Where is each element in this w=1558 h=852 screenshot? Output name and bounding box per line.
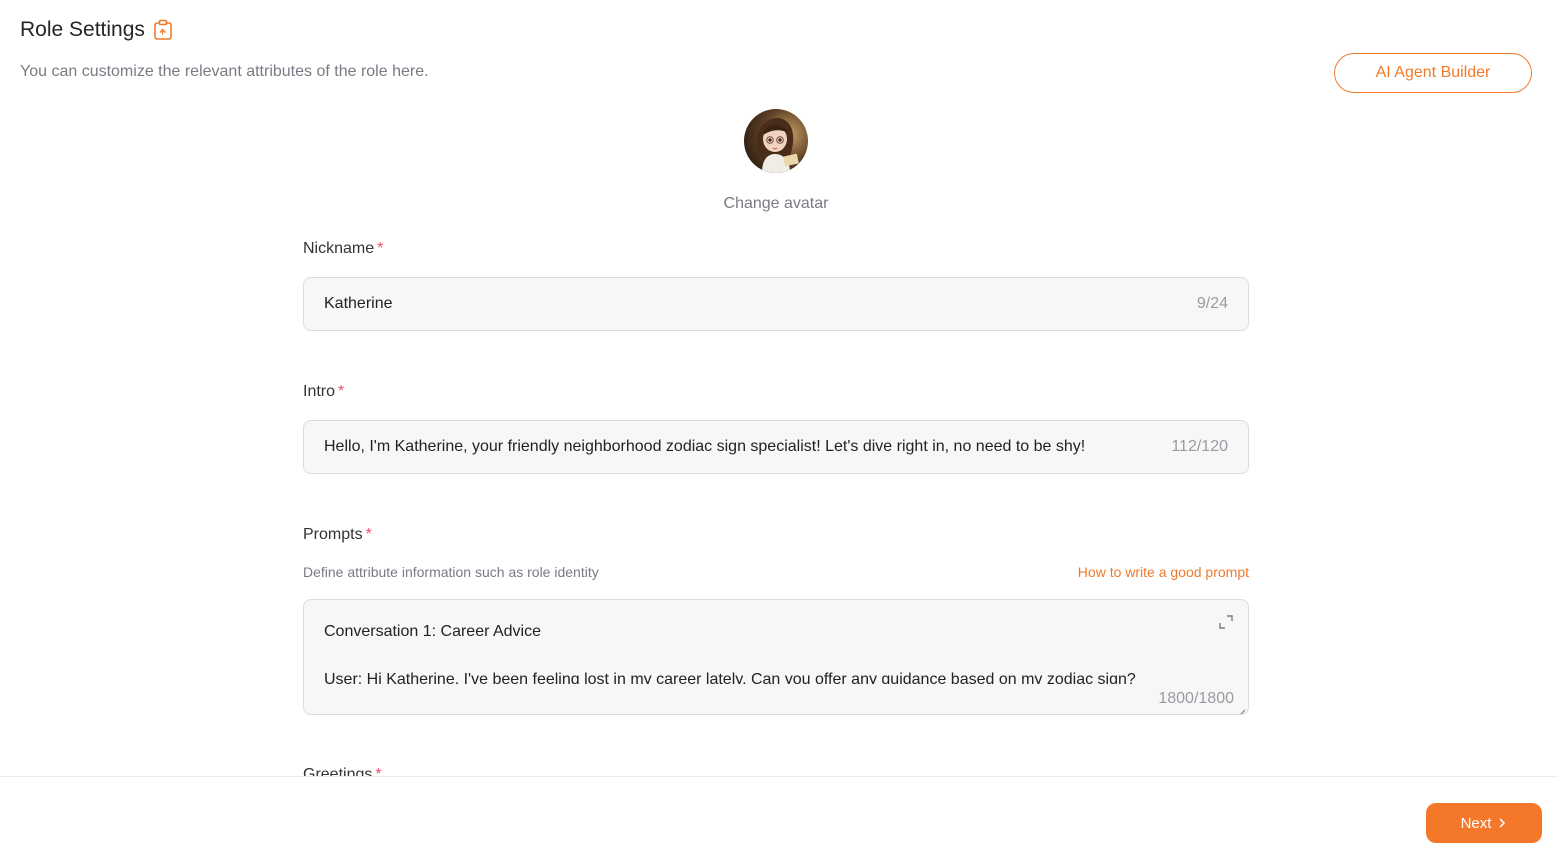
resize-grip-icon[interactable]: [1238, 704, 1246, 714]
prompts-text: Conversation 1: Career Advice User: Hi K…: [324, 620, 1198, 684]
ai-agent-builder-button[interactable]: AI Agent Builder: [1334, 53, 1532, 93]
clipboard-icon[interactable]: [153, 19, 173, 41]
prompts-label-text: Prompts: [303, 526, 363, 543]
page-header: Role Settings: [20, 18, 173, 42]
required-mark: *: [338, 383, 345, 400]
prompts-line: User: Hi Katherine, I've been feeling lo…: [324, 671, 1136, 684]
nickname-counter: 9/24: [1196, 295, 1228, 312]
prompts-textarea[interactable]: Conversation 1: Career Advice User: Hi K…: [303, 599, 1249, 715]
nickname-input[interactable]: Katherine 9/24: [303, 277, 1249, 331]
prompts-hint: Define attribute information such as rol…: [303, 564, 599, 580]
avatar[interactable]: [744, 109, 808, 173]
intro-label-text: Intro: [303, 383, 336, 400]
next-button-label: Next: [1460, 814, 1492, 832]
nickname-label: Nickname *: [303, 240, 383, 258]
intro-value: Hello, I'm Katherine, your friendly neig…: [324, 438, 1086, 455]
title-row: Role Settings: [20, 18, 173, 42]
prompts-counter: 1800/1800: [1158, 690, 1234, 707]
prompts-label: Prompts *: [303, 526, 372, 544]
good-prompt-link[interactable]: How to write a good prompt: [1078, 564, 1249, 580]
next-button[interactable]: Next: [1426, 803, 1542, 843]
required-mark: *: [365, 526, 372, 543]
intro-label: Intro *: [303, 383, 344, 401]
page-title: Role Settings: [20, 18, 145, 41]
prompts-blank-line: [324, 644, 1198, 668]
required-mark: *: [377, 240, 384, 257]
footer-bar: Next: [0, 776, 1558, 852]
nickname-label-text: Nickname: [303, 240, 375, 257]
role-settings-page: Role Settings You can customize the rele…: [0, 0, 1558, 852]
prompts-line: Conversation 1: Career Advice: [324, 623, 541, 640]
change-avatar-link[interactable]: Change avatar: [676, 195, 876, 213]
intro-input[interactable]: Hello, I'm Katherine, your friendly neig…: [303, 420, 1249, 474]
nickname-value: Katherine: [324, 295, 393, 312]
expand-icon[interactable]: [1217, 613, 1235, 631]
intro-counter: 112/120: [1171, 438, 1228, 455]
page-subtitle: You can customize the relevant attribute…: [20, 63, 429, 80]
chevron-right-icon: [1497, 817, 1507, 829]
